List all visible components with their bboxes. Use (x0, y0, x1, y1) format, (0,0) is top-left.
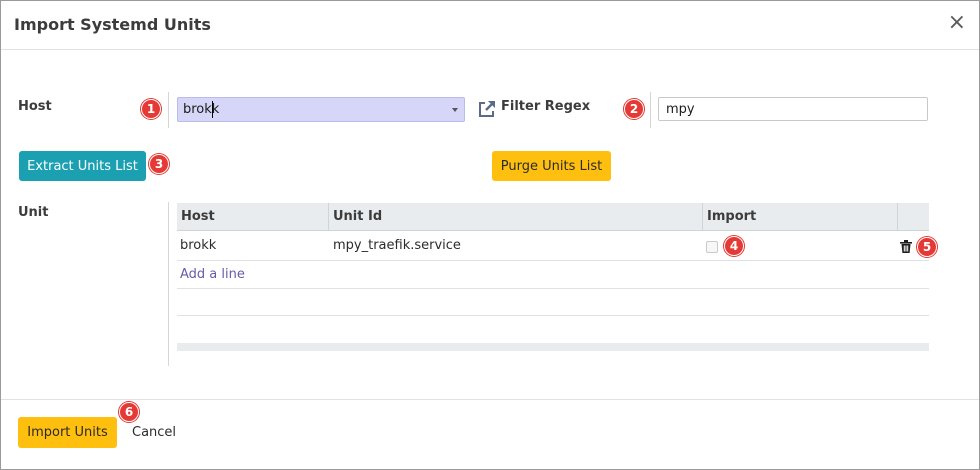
external-link-icon[interactable] (477, 99, 497, 119)
filter-regex-value: mpy (666, 102, 695, 117)
column-divider (328, 203, 329, 231)
extract-units-list-button[interactable]: Extract Units List (19, 151, 146, 181)
field-divider (168, 92, 169, 128)
filter-regex-label: Filter Regex (501, 99, 591, 114)
filter-regex-input[interactable]: mpy (658, 97, 928, 121)
footer-divider (1, 399, 979, 400)
import-units-button[interactable]: Import Units (18, 417, 117, 448)
host-label: Host (18, 99, 52, 114)
table-footer (177, 343, 929, 351)
dialog-title: Import Systemd Units (14, 15, 211, 34)
import-checkbox[interactable] (706, 241, 718, 253)
unit-label: Unit (18, 205, 49, 220)
import-systemd-units-dialog: Import Systemd Units × Host 1 brokk Filt… (0, 0, 980, 470)
column-header-host[interactable]: Host (181, 209, 215, 224)
row-divider (177, 315, 929, 316)
host-select-value: brokk (183, 102, 220, 117)
dialog-header: Import Systemd Units × (1, 1, 979, 50)
row-host-cell: brokk (180, 238, 217, 253)
row-unit-id-cell: mpy_traefik.service (333, 238, 461, 253)
field-divider (168, 202, 169, 366)
text-cursor (212, 101, 213, 118)
field-divider (650, 92, 651, 128)
close-icon[interactable]: × (948, 12, 966, 34)
host-select[interactable]: brokk (177, 97, 465, 122)
column-divider (897, 203, 898, 231)
column-header-import[interactable]: Import (707, 209, 756, 224)
purge-units-list-button[interactable]: Purge Units List (492, 151, 611, 181)
row-divider (177, 260, 929, 261)
annotation-badge-6: 6 (119, 402, 139, 422)
annotation-badge-2: 2 (624, 99, 644, 119)
trash-icon[interactable] (900, 240, 912, 253)
column-divider (702, 203, 703, 231)
annotation-badge-1: 1 (141, 99, 161, 119)
annotation-badge-5: 5 (917, 237, 937, 257)
column-header-unit-id[interactable]: Unit Id (333, 209, 382, 224)
row-divider (177, 288, 929, 289)
cancel-button[interactable]: Cancel (132, 425, 176, 440)
add-a-line-link[interactable]: Add a line (180, 267, 245, 282)
table-header: Host Unit Id Import (177, 203, 929, 231)
annotation-badge-4: 4 (724, 236, 744, 256)
dropdown-arrow-icon[interactable] (452, 108, 458, 112)
annotation-badge-3: 3 (149, 154, 169, 174)
